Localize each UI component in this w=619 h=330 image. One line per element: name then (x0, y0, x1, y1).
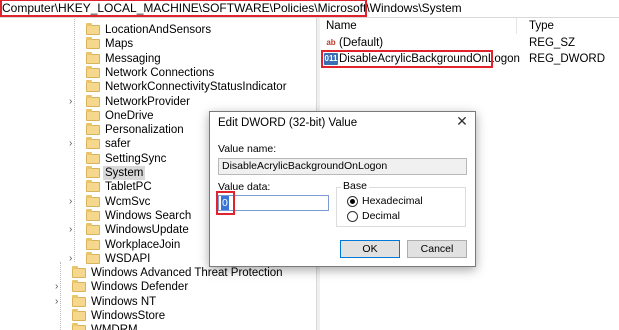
tree-item-label: WindowsStore (91, 310, 166, 322)
value-highlight-box (321, 50, 493, 68)
value-name-text: DisableAcrylicBackgroundOnLogon (222, 160, 388, 172)
chevron-right-icon[interactable]: › (69, 137, 77, 151)
hexadecimal-label[interactable]: Hexadecimal (362, 195, 423, 207)
tree-item-label: WMDRM (89, 323, 140, 330)
decimal-radio[interactable] (347, 211, 358, 222)
tree-item[interactable]: › Windows NT (0, 294, 316, 309)
chevron-right-icon[interactable]: › (55, 280, 63, 294)
tree-item[interactable]: Network Connections (0, 65, 316, 80)
tree-item-label: safer (105, 138, 131, 151)
tree-item[interactable]: Maps (0, 37, 316, 51)
folder-icon (86, 237, 100, 250)
tree-item-label: WcmSvc (105, 195, 151, 208)
address-highlight-box (0, 0, 367, 17)
folder-icon (72, 294, 86, 307)
value-name-label: Value name: (218, 143, 277, 155)
chevron-right-icon[interactable]: › (55, 295, 63, 309)
folder-icon (86, 65, 100, 78)
folder-icon (72, 280, 86, 293)
tree-item[interactable]: WMDRM (0, 323, 316, 330)
folder-icon (72, 309, 86, 321)
folder-icon (86, 51, 100, 64)
tree-item[interactable]: Messaging (0, 51, 316, 66)
tree-item-label: WSDAPI (105, 252, 151, 265)
folder-icon (86, 151, 100, 164)
value-name-field: DisableAcrylicBackgroundOnLogon (218, 158, 467, 175)
string-value-icon: ab (326, 38, 336, 47)
column-separator[interactable] (516, 18, 517, 34)
tree-item-label: Network Connections (105, 66, 215, 79)
folder-icon (86, 37, 100, 50)
chevron-right-icon[interactable]: › (69, 195, 77, 209)
folder-icon (86, 23, 100, 35)
tree-item-label: Windows Advanced Threat Protection (91, 267, 283, 280)
column-header-type[interactable]: Type (529, 18, 554, 34)
folder-icon (86, 251, 100, 264)
tree-item-label: WindowsUpdate (105, 224, 189, 237)
close-icon[interactable]: ✕ (455, 114, 469, 128)
address-bar[interactable]: Computer\HKEY_LOCAL_MACHINE\SOFTWARE\Pol… (0, 0, 619, 18)
tree-item-label: TabletPC (105, 181, 152, 194)
edit-dword-dialog: Edit DWORD (32-bit) Value ✕ Value name: … (209, 111, 476, 267)
tree-item-label: LocationAndSensors (105, 24, 212, 36)
decimal-label[interactable]: Decimal (362, 210, 400, 222)
value-row-default[interactable]: ab (Default) REG_SZ (320, 35, 619, 51)
tree-item-label: NetworkConnectivityStatusIndicator (105, 81, 287, 94)
folder-icon (86, 108, 100, 121)
folder-icon (86, 80, 100, 93)
folder-icon (86, 180, 100, 193)
value-type: REG_SZ (529, 37, 576, 49)
tree-item-label: Maps (105, 38, 134, 51)
tree-item-label: SettingSync (105, 152, 167, 165)
value-row-disable-acrylic[interactable]: 011 DisableAcrylicBackgroundOnLogon REG_… (320, 50, 619, 68)
folder-icon (86, 208, 100, 221)
tree-item-label: NetworkProvider (105, 95, 190, 108)
folder-icon (72, 323, 86, 330)
tree-item[interactable]: › NetworkProvider (0, 94, 316, 109)
chevron-right-icon[interactable]: › (69, 95, 77, 109)
column-header-name[interactable]: Name (326, 18, 357, 34)
dialog-title: Edit DWORD (32-bit) Value (218, 117, 358, 129)
tree-item-label: Personalization (105, 124, 184, 137)
ok-button[interactable]: OK (340, 240, 400, 258)
tree-item[interactable]: WindowsStore (0, 309, 316, 323)
tree-item-label: WorkplaceJoin (105, 238, 181, 251)
folder-icon (86, 166, 100, 178)
hexadecimal-radio[interactable] (347, 196, 358, 207)
tree-item[interactable]: NetworkConnectivityStatusIndicator (0, 80, 316, 94)
cancel-button[interactable]: Cancel (407, 240, 467, 258)
tree-item-label: System (103, 166, 146, 180)
value-data-highlight-box (216, 191, 235, 215)
tree-item[interactable]: LocationAndSensors (0, 23, 316, 37)
tree-item-label: OneDrive (105, 109, 154, 122)
folder-icon (86, 194, 100, 207)
tree-item-label: Windows NT (91, 295, 157, 308)
tree-item[interactable]: › Windows Defender (0, 280, 316, 294)
chevron-right-icon[interactable]: › (69, 252, 77, 266)
tree-item[interactable]: Windows Advanced Threat Protection (0, 266, 316, 280)
folder-icon (86, 137, 100, 150)
chevron-right-icon[interactable]: › (69, 223, 77, 237)
value-name: (Default) (339, 37, 384, 49)
base-label: Base (341, 180, 369, 192)
tree-item-label: Messaging (105, 52, 161, 65)
tree-item-label: Windows Defender (91, 281, 189, 294)
value-type: REG_DWORD (529, 53, 606, 65)
tree-item-label: Windows Search (105, 209, 192, 222)
folder-icon (86, 94, 100, 107)
folder-icon (86, 123, 100, 136)
folder-icon (86, 223, 100, 236)
folder-icon (72, 266, 86, 279)
